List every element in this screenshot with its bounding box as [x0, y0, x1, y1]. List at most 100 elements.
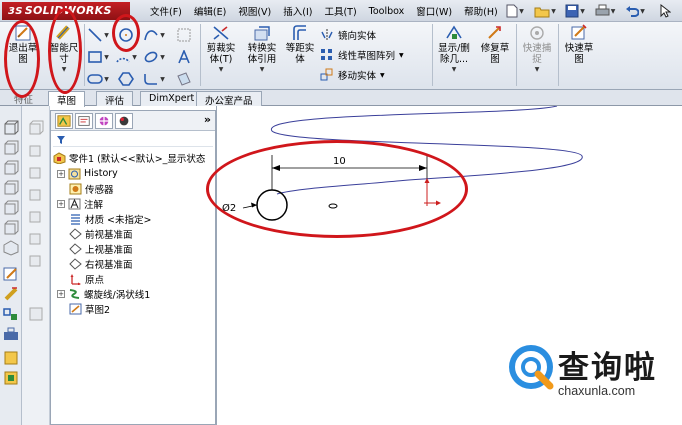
trim-entities-button[interactable]: 剪裁实 体(T) ▼ — [202, 24, 240, 73]
feature-manager-tab-icon[interactable] — [55, 113, 73, 129]
trim-entities-label: 剪裁实 体(T) — [206, 43, 236, 65]
toolbox-side-icon[interactable] — [3, 326, 19, 342]
tree-item-history[interactable]: + History — [57, 167, 118, 180]
rectangle-icon — [88, 51, 102, 63]
circle-button[interactable] — [114, 26, 138, 44]
dimension-length-text[interactable]: 10 — [333, 156, 346, 167]
menu-edit[interactable]: 编辑(E) — [194, 4, 226, 18]
menu-view[interactable]: 视图(V) — [238, 4, 271, 18]
filter-icon[interactable] — [56, 135, 66, 145]
save-icon — [565, 4, 579, 18]
relations-side-icon[interactable] — [3, 306, 19, 322]
mirror-icon — [321, 29, 333, 41]
configuration-manager-tab-icon[interactable] — [95, 113, 113, 129]
menu-help[interactable]: 帮助(H) — [464, 4, 498, 18]
sketch-point[interactable] — [328, 203, 338, 209]
arc-button[interactable]: ▼ — [114, 48, 138, 66]
sketch-pencil-icon[interactable] — [3, 266, 19, 282]
quick-snaps-dropdown-icon[interactable]: ▼ — [535, 66, 540, 73]
view-bottom-icon[interactable] — [3, 240, 19, 256]
tab-evaluate[interactable]: 评估 — [96, 91, 134, 107]
smart-dimension-side-icon[interactable] — [3, 286, 19, 302]
tree-item-material-label: 材质 <未指定> — [85, 214, 152, 226]
view-top-icon[interactable] — [3, 220, 19, 236]
tree-item-annotations[interactable]: + 注解 — [57, 197, 103, 211]
convert-dropdown-icon[interactable]: ▼ — [260, 66, 265, 73]
text-button[interactable] — [172, 48, 196, 66]
slot-button[interactable]: ▼ — [86, 70, 110, 88]
tree-item-sensors[interactable]: 传感器 — [69, 182, 114, 196]
menu-insert[interactable]: 插入(I) — [283, 4, 312, 18]
display-manager-tab-icon[interactable] — [115, 113, 133, 129]
view-left-icon[interactable] — [3, 180, 19, 196]
tree-item-sketch2[interactable]: 草图2 — [69, 302, 110, 316]
menu-file[interactable]: 文件(F) — [150, 4, 182, 18]
tree-item-material[interactable]: 材质 <未指定> — [69, 212, 152, 226]
view-right-icon[interactable] — [3, 200, 19, 216]
new-document-button[interactable]: ▼ — [502, 2, 528, 20]
tree-root-part[interactable]: 零件1 (默认<<默认>_显示状态 — [53, 151, 205, 165]
dimension-diameter-text[interactable]: Ø2 — [222, 202, 236, 214]
rectangle-button[interactable]: ▼ — [86, 48, 110, 66]
line-button[interactable]: ▼ — [86, 26, 110, 44]
tree-item-front-plane[interactable]: 前视基准面 — [69, 227, 133, 241]
tree-item-origin[interactable]: 原点 — [69, 272, 104, 286]
tree-item-helix[interactable]: + 螺旋线/涡状线1 — [57, 287, 150, 301]
open-button[interactable]: ▼ — [532, 2, 558, 20]
menu-window[interactable]: 窗口(W) — [416, 4, 452, 18]
folder-icon — [534, 7, 550, 17]
offset-entities-button[interactable]: 等距实 体 — [284, 24, 316, 65]
polygon-button[interactable] — [114, 70, 138, 88]
view-cube-icon[interactable] — [3, 120, 19, 136]
smart-dimension-dropdown-icon[interactable]: ▼ — [62, 66, 67, 73]
tree-item-top-plane[interactable]: 上视基准面 — [69, 242, 133, 256]
tab-dimxpert-label: DimXpert — [149, 93, 195, 104]
collapse-panel-button[interactable]: » — [204, 113, 211, 126]
sketch-circle[interactable] — [256, 189, 288, 221]
undo-button[interactable]: ▼ — [622, 2, 648, 20]
move-dropdown-icon[interactable]: ▼ — [380, 72, 385, 79]
print-button[interactable]: ▼ — [592, 2, 618, 20]
watermark-text: 查询啦 — [558, 350, 657, 386]
mirror-entities-button[interactable]: 镜向实体 — [320, 28, 376, 42]
select-button[interactable] — [652, 2, 678, 20]
rapid-sketch-button[interactable]: 快速草 图 — [560, 24, 598, 65]
trim-dropdown-icon[interactable]: ▼ — [219, 66, 224, 73]
linear-pattern-button[interactable]: 线性草图阵列 ▼ — [320, 48, 404, 62]
expand-icon[interactable]: + — [57, 169, 65, 178]
tab-office-products[interactable]: 办公室产品 — [196, 91, 262, 107]
tab-features[interactable]: 特征 — [6, 91, 41, 106]
tree-item-right-plane[interactable]: 右视基准面 — [69, 257, 133, 271]
convert-entities-button[interactable]: 转换实 体引用 ▼ — [242, 24, 282, 73]
construction-geometry-button[interactable] — [172, 26, 196, 44]
ellipse-button[interactable]: ▼ — [142, 48, 166, 66]
expand-icon[interactable]: + — [57, 289, 65, 298]
move-entities-button[interactable]: 移动实体 ▼ — [320, 68, 385, 82]
view-back-icon[interactable] — [3, 160, 19, 176]
repair-sketch-button[interactable]: 修复草 图 — [476, 24, 514, 65]
save-button[interactable]: ▼ — [562, 2, 588, 20]
quick-snaps-button[interactable]: 快速捕 捉 ▼ — [518, 24, 556, 73]
property-manager-tab-icon[interactable] — [75, 113, 93, 129]
display-delete-relations-button[interactable]: 显示/删 除几... ▼ — [434, 24, 474, 73]
linear-pattern-dropdown-icon[interactable]: ▼ — [399, 52, 404, 59]
fillet-button[interactable]: ▼ — [142, 70, 166, 88]
tab-sketch[interactable]: 草图 — [48, 91, 86, 107]
tab-dimxpert[interactable]: DimXpert — [140, 91, 204, 106]
library-side-icon[interactable] — [3, 350, 19, 366]
diameter-arrow — [251, 202, 257, 208]
feature-manager-panel: » 零件1 (默认<<默认>_显示状态 + History 传感器 + 注解 材… — [50, 110, 216, 425]
expand-icon[interactable]: + — [57, 199, 65, 208]
exit-sketch-button[interactable]: 退出草 图 — [4, 24, 42, 65]
spline-button[interactable]: ▼ — [142, 26, 166, 44]
menu-tools[interactable]: 工具(T) — [324, 4, 356, 18]
menu-toolbox[interactable]: Toolbox — [369, 6, 405, 17]
view-front-icon[interactable] — [3, 140, 19, 156]
design-library-icon[interactable] — [3, 370, 19, 386]
relations-dropdown-icon[interactable]: ▼ — [452, 66, 457, 73]
origin-marker[interactable] — [424, 178, 441, 206]
smart-dimension-button[interactable]: 智能尺 寸 ▼ — [46, 24, 82, 73]
plane-button[interactable] — [172, 70, 196, 88]
gray-cube-icon — [29, 167, 41, 179]
sketch-entities-group: ▼ ▼ ▼ ▼ ▼ ▼ ▼ — [86, 24, 198, 88]
